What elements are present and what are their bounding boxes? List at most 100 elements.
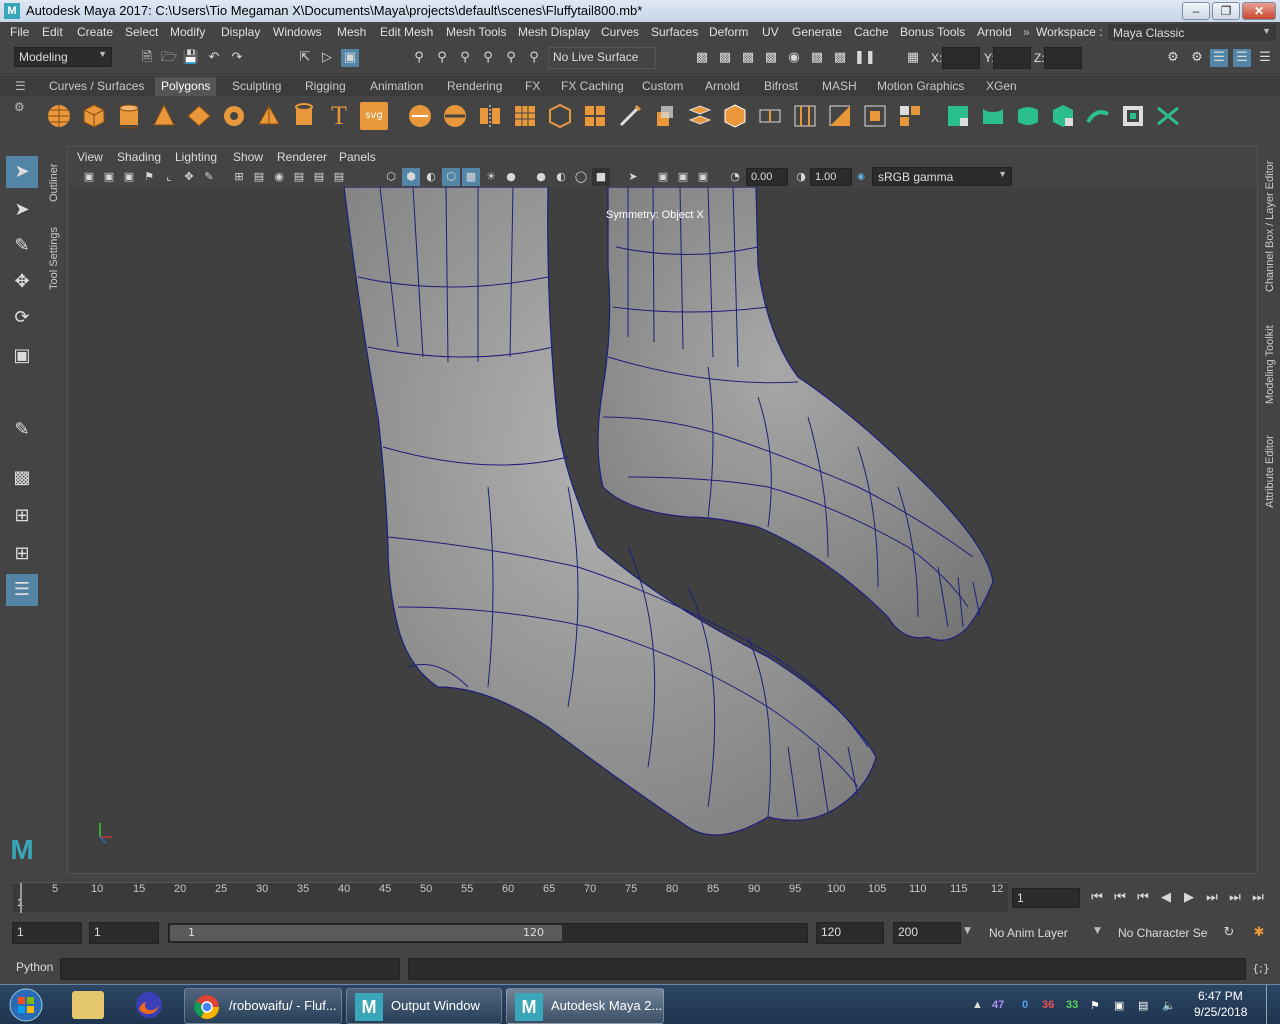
transform-mode-icon[interactable]: ▦: [904, 49, 922, 67]
lasso-tool-icon[interactable]: ➤: [6, 194, 38, 226]
firefox-icon[interactable]: [133, 989, 165, 1021]
two-view-layout-icon[interactable]: ⊞: [6, 538, 38, 570]
action-center-flag-icon[interactable]: ⚑: [1090, 999, 1100, 1012]
film-gate-icon[interactable]: ✎: [200, 168, 218, 186]
isolate-select-icon[interactable]: ➤: [624, 168, 642, 186]
animation-preferences-icon[interactable]: ✱: [1250, 924, 1268, 942]
camera-attributes-icon[interactable]: ▣: [100, 168, 118, 186]
last-tool-icon[interactable]: ✎: [6, 414, 38, 446]
tab-curves-surfaces[interactable]: Curves / Surfaces: [49, 79, 144, 93]
light-editor-icon[interactable]: ▩: [831, 49, 849, 67]
select-hierarchy-icon[interactable]: ⇱: [296, 49, 314, 67]
reduce-icon[interactable]: [546, 102, 574, 130]
usb-device-icon[interactable]: ▣: [1114, 999, 1124, 1012]
start-button-icon[interactable]: [6, 987, 46, 1023]
menu-surfaces[interactable]: Surfaces: [651, 25, 698, 39]
bridge-icon[interactable]: [686, 102, 714, 130]
rotate-tool-icon[interactable]: ⟳: [6, 302, 38, 334]
insert-edge-loop-icon[interactable]: [756, 102, 784, 130]
new-scene-icon[interactable]: 🗎: [138, 49, 156, 67]
script-editor-icon[interactable]: {;}: [1252, 960, 1270, 978]
textured-icon[interactable]: ▩: [462, 168, 480, 186]
default-material-icon[interactable]: ◐: [422, 168, 440, 186]
outliner-layout-icon[interactable]: ☰: [6, 574, 38, 606]
poly-plane-icon[interactable]: [185, 102, 213, 130]
tool-settings-toggle-icon[interactable]: ⚙: [1188, 49, 1206, 67]
close-button[interactable]: ✕: [1242, 2, 1276, 20]
attribute-editor-toggle-icon[interactable]: ☰: [1233, 49, 1251, 67]
show-hidden-icons-icon[interactable]: ▲: [972, 999, 983, 1011]
snap-live-icon[interactable]: ⚲: [525, 49, 543, 67]
field-chart-icon[interactable]: ▤: [250, 168, 268, 186]
multi-cut-icon[interactable]: [616, 102, 644, 130]
tab-arnold[interactable]: Arnold: [705, 79, 740, 93]
show-desktop-button[interactable]: [1266, 985, 1280, 1024]
taskbar-output-window-button[interactable]: M Output Window: [346, 988, 502, 1024]
menu-deform[interactable]: Deform: [709, 25, 748, 39]
snap-curve-icon[interactable]: ⚲: [433, 49, 451, 67]
show-grid-icon[interactable]: ⊞: [230, 168, 248, 186]
step-back-key-icon[interactable]: ⏮: [1134, 889, 1152, 907]
shadows-icon[interactable]: ●: [502, 168, 520, 186]
go-to-end-icon[interactable]: ⏭: [1249, 889, 1267, 907]
attribute-editor-tab[interactable]: Attribute Editor: [1264, 422, 1276, 508]
hypershade-icon[interactable]: ◉: [785, 49, 803, 67]
live-surface-field[interactable]: No Live Surface: [548, 47, 656, 69]
single-view-layout-icon[interactable]: ▩: [6, 462, 38, 494]
menu-file[interactable]: File: [10, 25, 29, 39]
current-frame-field[interactable]: 1: [1012, 888, 1080, 908]
bookmark-icon[interactable]: ▣: [120, 168, 138, 186]
paint-select-tool-icon[interactable]: ✎: [6, 230, 38, 262]
x-field[interactable]: [942, 47, 980, 69]
step-forward-frame-icon[interactable]: ⏭: [1226, 889, 1244, 907]
clock-time[interactable]: 6:47 PM: [1198, 989, 1243, 1003]
outliner-tab[interactable]: Outliner: [48, 152, 60, 202]
perspective-viewport[interactable]: View Shading Lighting Show Renderer Pane…: [67, 146, 1258, 874]
playback-start-field[interactable]: 1: [89, 922, 159, 944]
offset-edge-loop-icon[interactable]: [791, 102, 819, 130]
script-language-label[interactable]: Python: [16, 960, 53, 974]
channel-box-toggle-icon[interactable]: ☰: [1210, 49, 1228, 67]
render-settings-icon[interactable]: ▩: [693, 49, 711, 67]
poly-cube-icon[interactable]: [80, 102, 108, 130]
play-backward-icon[interactable]: ◀: [1157, 889, 1175, 907]
depth-of-field-icon[interactable]: ■: [592, 168, 610, 186]
smooth-icon[interactable]: [511, 102, 539, 130]
range-slider-track[interactable]: 1 120: [168, 923, 808, 943]
fill-hole-icon[interactable]: [861, 102, 889, 130]
select-component-icon[interactable]: ▣: [341, 49, 359, 67]
xray-joints-icon[interactable]: ▣: [674, 168, 692, 186]
menu-mesh[interactable]: Mesh: [337, 25, 366, 39]
modeling-toolkit-tab[interactable]: Modeling Toolkit: [1264, 312, 1276, 404]
tab-custom[interactable]: Custom: [642, 79, 683, 93]
spherical-uv-icon[interactable]: [1014, 102, 1042, 130]
move-tool-icon[interactable]: ✥: [6, 266, 38, 298]
safe-title-icon[interactable]: ▤: [310, 168, 328, 186]
volume-icon[interactable]: 🔈: [1162, 999, 1176, 1012]
open-scene-icon[interactable]: 🗁: [160, 49, 178, 67]
go-to-start-icon[interactable]: ⏮: [1088, 889, 1106, 907]
menu-bonus-tools[interactable]: Bonus Tools: [900, 25, 965, 39]
scale-tool-icon[interactable]: ▣: [6, 340, 38, 372]
scene-end-field[interactable]: 200: [893, 922, 961, 944]
anti-aliasing-icon[interactable]: ◯: [572, 168, 590, 186]
text-overlay-icon[interactable]: ▤: [330, 168, 348, 186]
poly-cone-icon[interactable]: [150, 102, 178, 130]
wireframe-icon[interactable]: ⬡: [382, 168, 400, 186]
step-back-frame-icon[interactable]: ⏮: [1111, 889, 1129, 907]
menu-modify[interactable]: Modify: [170, 25, 205, 39]
append-polygon-icon[interactable]: [826, 102, 854, 130]
panel-menu-view[interactable]: View: [77, 150, 103, 164]
poly-cylinder-icon[interactable]: [115, 102, 143, 130]
modeling-toolkit-toggle-icon[interactable]: ☰: [1256, 49, 1274, 67]
tab-xgen[interactable]: XGen: [986, 79, 1017, 93]
shelf-menu-icon[interactable]: ☰: [15, 79, 26, 93]
menu-mesh-display[interactable]: Mesh Display: [518, 25, 590, 39]
scene-start-field[interactable]: 1: [12, 922, 82, 944]
undo-icon[interactable]: ↶: [205, 49, 223, 67]
smooth-shade-icon[interactable]: ⬢: [402, 168, 420, 186]
menu-display[interactable]: Display: [221, 25, 260, 39]
minimize-button[interactable]: –: [1182, 2, 1210, 20]
image-plane-icon[interactable]: ⚑: [140, 168, 158, 186]
save-scene-icon[interactable]: 💾: [182, 49, 200, 67]
